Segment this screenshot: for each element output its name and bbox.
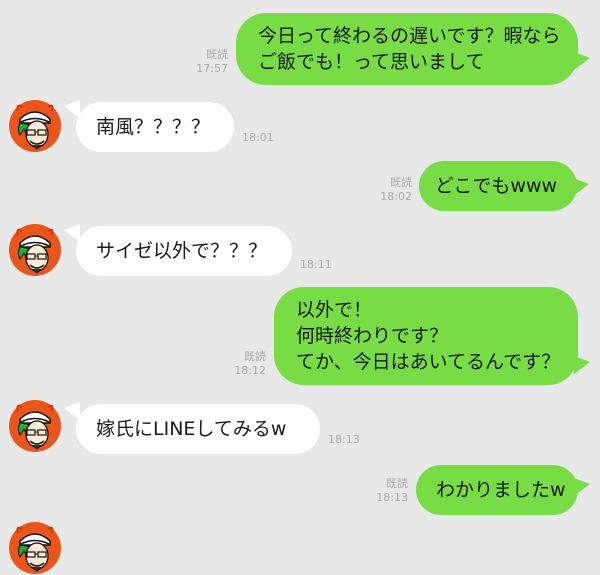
message-timestamp: 18:11 [300, 258, 332, 271]
outgoing-message-bubble[interactable]: どこでもwww [419, 161, 577, 211]
bubble-tail [574, 52, 590, 70]
bubble-tail [574, 478, 590, 496]
outgoing-message-bubble[interactable]: 今日って終わるの遅いです？暇なら ご飯でも！って思いまして [236, 13, 578, 85]
message-4-meta: 18:11 [300, 258, 340, 272]
message-5-meta: 既読 18:12 [226, 350, 266, 378]
message-timestamp: 17:57 [196, 62, 228, 75]
read-receipt: 既読 [244, 350, 266, 363]
message-7-meta: 既読 18:13 [368, 477, 408, 505]
read-receipt: 既読 [206, 48, 228, 61]
message-timestamp: 18:01 [242, 131, 274, 144]
message-timestamp: 18:02 [380, 190, 412, 203]
user-avatar-icon[interactable] [8, 223, 62, 277]
incoming-message-bubble[interactable]: 南風？？？？ [76, 102, 234, 152]
message-timestamp: 18:13 [376, 491, 408, 504]
bubble-tail [573, 178, 589, 196]
message-1-meta: 既読 17:57 [188, 48, 228, 76]
outgoing-message-bubble[interactable]: わかりましたw [416, 465, 578, 515]
message-3-meta: 既読 18:02 [370, 176, 412, 204]
read-receipt: 既読 [386, 477, 408, 490]
outgoing-message-bubble[interactable]: 以外で！ 何時終わりです？ てか、今日はあいてるんです？ [274, 287, 578, 385]
message-2-meta: 18:01 [242, 131, 282, 145]
read-receipt: 既読 [390, 176, 412, 189]
bubble-tail [574, 356, 590, 374]
message-timestamp: 18:12 [234, 364, 266, 377]
message-6-meta: 18:13 [328, 433, 368, 447]
user-avatar-icon[interactable] [8, 521, 62, 575]
incoming-message-bubble[interactable]: サイゼ以外で？？？ [76, 226, 292, 276]
message-timestamp: 18:13 [328, 433, 360, 446]
incoming-message-bubble[interactable]: 嫁氏にLINEしてみるw [76, 404, 320, 454]
user-avatar-icon[interactable] [8, 399, 62, 453]
user-avatar-icon[interactable] [8, 99, 62, 153]
